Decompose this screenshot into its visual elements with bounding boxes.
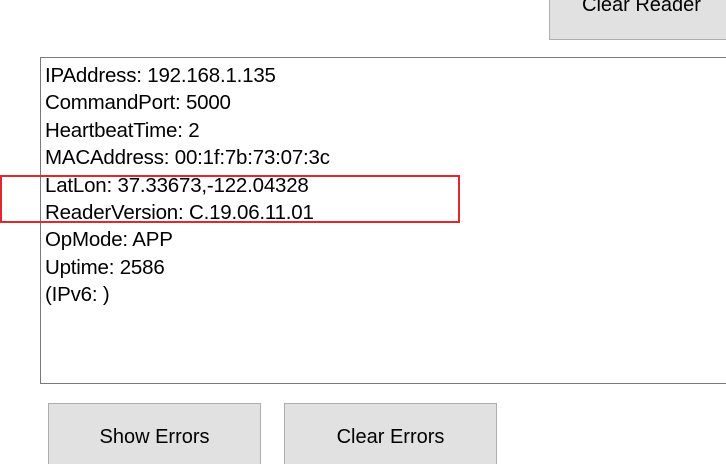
lat-lon-line: LatLon: 37.33673,-122.04328 (45, 173, 309, 197)
mac-address-line: MACAddress: 00:1f:7b:73:07:3c (45, 146, 330, 170)
clear-reader-button-label: Clear Reader (582, 0, 701, 16)
reader-info-window: Clear Reader IPAddress: 192.168.1.135 Co… (0, 0, 726, 464)
show-errors-button[interactable]: Show Errors (48, 403, 261, 464)
uptime-line: Uptime: 2586 (45, 255, 165, 279)
command-port-line: CommandPort: 5000 (45, 91, 231, 115)
op-mode-line: OpMode: APP (45, 228, 173, 252)
ipv6-line: (IPv6: ) (45, 283, 110, 307)
clear-errors-button-label: Clear Errors (336, 426, 445, 448)
clear-errors-button[interactable]: Clear Errors (284, 403, 497, 464)
heartbeat-time-line: HeartbeatTime: 2 (45, 118, 200, 142)
clear-reader-button[interactable]: Clear Reader (549, 0, 726, 40)
reader-info-textbox[interactable]: IPAddress: 192.168.1.135 CommandPort: 50… (40, 57, 726, 384)
reader-info-lines: IPAddress: 192.168.1.135 CommandPort: 50… (45, 62, 330, 309)
reader-version-line: ReaderVersion: C.19.06.11.01 (45, 201, 314, 225)
ip-address-line: IPAddress: 192.168.1.135 (45, 64, 276, 87)
show-errors-button-label: Show Errors (99, 426, 210, 448)
